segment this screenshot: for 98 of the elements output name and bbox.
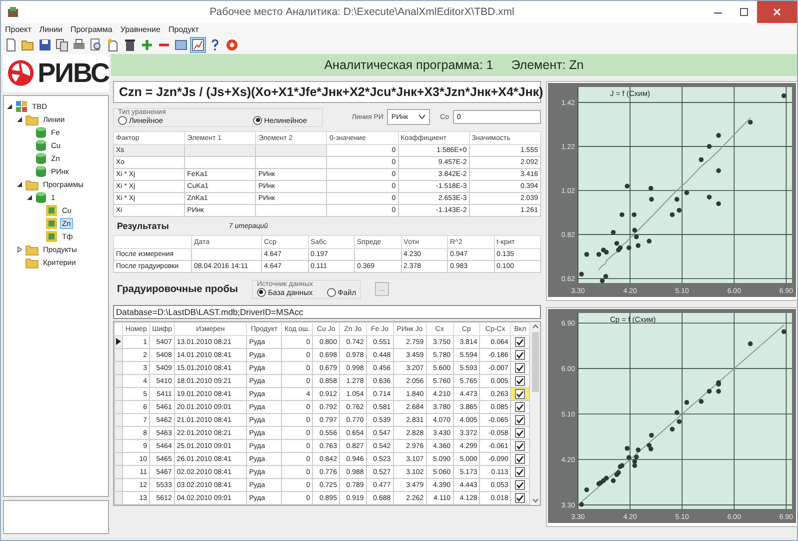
menu-item[interactable]: Уравнение [120,25,160,34]
logo-icon [6,58,36,88]
folder-icon [25,244,39,256]
data-point [716,201,721,206]
data-point [716,388,721,394]
menu-item[interactable]: Программа [70,25,112,34]
data-point [584,252,590,257]
checkbox[interactable] [515,480,526,490]
data-point [674,196,680,202]
table-icon[interactable] [174,38,188,52]
data-point [698,399,704,404]
maximize-icon [739,7,749,17]
new-document-icon[interactable] [4,38,18,52]
folder-icon [25,256,39,268]
data-point [649,432,654,438]
magnifier-icon[interactable] [89,38,103,52]
checkbox[interactable] [515,467,526,477]
checkbox[interactable] [515,493,526,503]
data-point [584,487,590,492]
data-point [670,426,675,432]
close-icon [772,7,782,17]
data-point [706,388,712,394]
data-point [684,190,690,196]
element-icon [45,230,58,243]
expander-icon[interactable] [6,103,13,110]
expander-icon[interactable] [26,194,33,201]
checkbox[interactable] [515,415,526,425]
scroll-down-icon[interactable] [532,498,538,503]
chevron-icon [418,114,426,120]
project-icon [15,100,28,113]
data-point [579,502,584,507]
section-title: Градуировочные пробы [117,284,238,294]
data-point [684,400,690,405]
checkbox[interactable] [515,402,526,412]
expander-icon[interactable] [16,116,23,123]
data-point [748,341,753,346]
copy-icon[interactable] [55,38,69,52]
data-point [646,238,652,244]
data-point [636,448,641,452]
checkbox[interactable] [515,441,526,451]
data-point [632,212,636,218]
trash-icon[interactable] [123,38,137,52]
logo-text: РИВС [38,58,109,88]
scroll-up-icon[interactable] [532,324,538,329]
cylinder-icon [35,152,47,165]
checkbox[interactable] [515,389,526,399]
data-point [748,120,753,125]
expander-icon[interactable] [16,181,23,188]
document-star-icon[interactable] [106,38,120,52]
printer-icon[interactable] [72,38,86,52]
data-point [624,184,630,188]
formula-field: Czn = Jzn*Js / (Js+Xs)(Xo+X1*Jfe*Jнк+X2*Jcu*Jнк+X3*Jzn*Jнк+X4*Jнк) [113,81,541,103]
checkbox[interactable] [515,428,526,438]
data-point [676,208,682,213]
data-point [624,446,630,451]
stop-icon[interactable] [225,38,239,52]
folder-icon[interactable] [21,38,35,52]
data-point [676,419,682,424]
menu-item[interactable]: Проект [5,25,32,34]
element-icon [45,204,58,217]
section-title: Результаты [117,221,169,231]
checkbox[interactable] [515,350,526,360]
data-point [620,212,624,218]
data-point [649,196,654,202]
folder-icon [25,114,39,126]
data-point [579,272,584,277]
menu-item[interactable]: Продукт [168,25,199,34]
window-title: Рабочее место Аналитика: D:\Execute\AnalXmlEditorX\TBD.xml [208,6,516,18]
data-point [636,243,641,248]
data-point [610,230,616,235]
scrollbar[interactable] [530,322,540,505]
data-point [670,212,675,218]
menu-item[interactable]: Линии [39,25,62,34]
folder-icon [25,178,39,190]
data-point [716,168,721,174]
chart-icon[interactable] [191,38,205,52]
data-point [698,157,704,162]
data-point [706,144,712,149]
cylinder-icon [35,126,47,139]
data-point [648,186,654,191]
data-point [782,93,786,98]
checkbox[interactable] [515,363,526,373]
data-point [674,410,680,415]
cylinder-icon [35,139,47,152]
cylinder-icon [35,165,47,178]
cylinder-icon [35,191,47,204]
checkbox[interactable] [515,454,526,464]
data-point [626,245,632,250]
data-point [716,133,721,138]
data-point [706,194,712,200]
element-label: Элемент: Zn [511,58,584,72]
connection-field: Database=D:\LastDB\LAST.mdb;DriverID=MSAcc [113,305,541,319]
program-label: Аналитическая программа: 1 [324,58,494,72]
checkbox[interactable] [515,376,526,386]
checkbox[interactable] [515,337,526,347]
element-icon [45,217,58,230]
data-point [782,329,786,334]
app-icon [7,6,19,18]
